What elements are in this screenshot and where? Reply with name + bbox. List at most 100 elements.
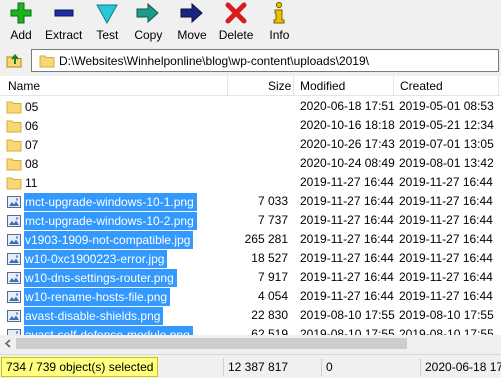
minus-icon — [51, 2, 77, 24]
scroll-left-icon[interactable] — [4, 339, 12, 348]
file-name: mct-upgrade-windows-10-2.png — [24, 211, 197, 230]
file-created: 2019-08-10 17:55 — [399, 308, 494, 322]
file-name: 08 — [25, 156, 39, 171]
folder-icon — [6, 175, 24, 191]
image-file-icon — [6, 194, 24, 210]
file-created: 2019-11-27 16:44 — [399, 289, 493, 303]
file-size: 7 737 — [257, 213, 288, 227]
file-name-cell[interactable]: 05 — [6, 97, 41, 116]
file-row[interactable]: avast-disable-shields.png 22 830 2019-08-1… — [0, 306, 501, 325]
file-size — [232, 135, 288, 154]
parent-folder-button[interactable] — [4, 50, 24, 70]
file-size — [232, 97, 288, 116]
selected-size: 0 — [326, 360, 333, 374]
test-label: Test — [96, 28, 119, 42]
file-row[interactable]: 11 2019-11-27 16:44 2019-11-27 16:44 — [0, 173, 501, 192]
folder-up-icon — [6, 53, 22, 68]
toolbar: Add Extract Test Copy Move Delete Info — [0, 0, 501, 44]
file-name-cell[interactable]: 08 — [6, 154, 41, 173]
file-name: 11 — [25, 175, 38, 190]
horizontal-scrollbar[interactable] — [0, 335, 501, 352]
file-row[interactable]: 07 2020-10-26 17:43 2019-07-01 13:05 — [0, 135, 501, 154]
column-name[interactable]: Name — [8, 76, 40, 96]
add-button[interactable]: Add — [8, 0, 34, 44]
scrollbar-thumb[interactable] — [16, 338, 407, 349]
plus-icon — [8, 2, 34, 24]
file-modified: 2020-10-26 17:43 — [300, 137, 395, 151]
move-label: Move — [177, 28, 207, 42]
file-created: 2019-11-27 16:44 — [399, 251, 493, 265]
file-name: w10-dns-settings-router.png — [24, 268, 177, 287]
folder-icon — [6, 99, 24, 115]
column-created[interactable]: Created — [400, 76, 443, 96]
image-file-icon — [6, 270, 24, 286]
checkmark-icon — [94, 2, 120, 24]
info-button[interactable]: Info — [266, 0, 292, 44]
file-name: avast-disable-shields.png — [24, 306, 164, 325]
image-file-icon — [6, 308, 24, 324]
column-header: Name Size Modified Created — [0, 76, 501, 96]
file-size — [232, 116, 288, 135]
file-row[interactable]: 08 2020-10-24 08:49 2019-08-01 13:42 — [0, 154, 501, 173]
path-input[interactable]: D:\Websites\Winhelponline\blog\wp-conten… — [31, 49, 499, 72]
file-modified: 2020-06-18 17:51 — [300, 99, 395, 113]
file-row[interactable]: 06 2020-10-16 18:18 2019-05-21 12:34 — [0, 116, 501, 135]
copy-label: Copy — [134, 28, 163, 42]
move-button[interactable]: Move — [177, 0, 207, 44]
file-modified: 2020-10-24 08:49 — [300, 156, 395, 170]
file-name-cell[interactable]: w10-dns-settings-router.png — [6, 268, 177, 287]
move-arrow-icon — [179, 2, 205, 24]
file-name-cell[interactable]: w10-0xc1900223-error.jpg — [6, 249, 168, 268]
delete-button[interactable]: Delete — [219, 0, 253, 44]
total-size: 12 387 817 — [228, 360, 289, 374]
column-divider[interactable] — [293, 76, 294, 96]
file-created: 2019-11-27 16:44 — [399, 232, 493, 246]
file-name-cell[interactable]: 11 — [6, 173, 40, 192]
file-modified: 2020-10-16 18:18 — [300, 118, 395, 132]
column-size[interactable]: Size — [268, 76, 291, 96]
file-row[interactable]: w10-rename-hosts-file.png 4 054 2019-11-27… — [0, 287, 501, 306]
file-row[interactable]: 05 2020-06-18 17:51 2019-05-01 08:53 — [0, 97, 501, 116]
file-created: 2019-05-21 12:34 — [399, 118, 494, 132]
file-name-cell[interactable]: avast-disable-shields.png — [6, 306, 164, 325]
file-created: 2019-11-27 16:44 — [399, 270, 493, 284]
column-divider[interactable] — [227, 76, 228, 96]
column-modified[interactable]: Modified — [300, 76, 345, 96]
file-name-cell[interactable]: 07 — [6, 135, 41, 154]
test-button[interactable]: Test — [94, 0, 120, 44]
file-created: 2019-11-27 16:44 — [399, 175, 493, 189]
folder-icon — [6, 118, 24, 134]
file-name: 05 — [25, 99, 39, 114]
file-size — [232, 154, 288, 173]
file-name: 06 — [25, 118, 39, 133]
extract-button[interactable]: Extract — [45, 0, 82, 44]
file-name: 07 — [25, 137, 39, 152]
file-size — [232, 173, 288, 192]
status-date: 2020-06-18 17:51 — [425, 360, 501, 374]
file-name-cell[interactable]: w10-rename-hosts-file.png — [6, 287, 171, 306]
column-divider[interactable] — [498, 76, 499, 96]
file-size: 7 033 — [257, 194, 288, 208]
file-name-cell[interactable]: 06 — [6, 116, 41, 135]
file-name-cell[interactable]: mct-upgrade-windows-10-2.png — [6, 211, 197, 230]
delete-x-icon — [223, 2, 249, 24]
file-list[interactable]: Name Size Modified Created 05 2020-06-18 … — [0, 76, 501, 350]
file-row[interactable]: mct-upgrade-windows-10-1.png 7 033 2019-11… — [0, 192, 501, 211]
file-modified: 2019-11-27 16:44 — [300, 213, 394, 227]
file-modified: 2019-11-27 16:44 — [300, 251, 394, 265]
file-row[interactable]: w10-0xc1900223-error.jpg 18 527 2019-11-27… — [0, 249, 501, 268]
file-size: 265 281 — [244, 232, 288, 246]
file-row[interactable]: v1903-1909-not-compatible.jpg 265 281 2019… — [0, 230, 501, 249]
file-name-cell[interactable]: v1903-1909-not-compatible.jpg — [6, 230, 194, 249]
file-row[interactable]: mct-upgrade-windows-10-2.png 7 737 2019-11… — [0, 211, 501, 230]
file-name: v1903-1909-not-compatible.jpg — [24, 230, 194, 249]
file-created: 2019-08-01 13:42 — [399, 156, 494, 170]
column-divider[interactable] — [393, 76, 394, 96]
file-name-cell[interactable]: mct-upgrade-windows-10-1.png — [6, 192, 197, 211]
copy-button[interactable]: Copy — [134, 0, 162, 44]
add-label: Add — [10, 28, 32, 42]
file-row[interactable]: w10-dns-settings-router.png 7 917 2019-11-… — [0, 268, 501, 287]
folder-icon — [6, 156, 24, 172]
file-name: w10-0xc1900223-error.jpg — [24, 249, 168, 268]
path-text: D:\Websites\Winhelponline\blog\wp-conten… — [59, 54, 369, 68]
